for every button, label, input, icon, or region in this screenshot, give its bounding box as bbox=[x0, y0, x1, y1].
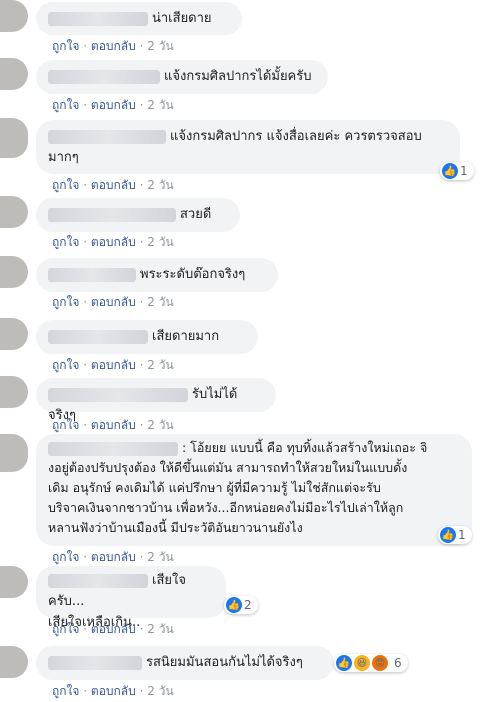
comment-text: เสียดายมาก bbox=[152, 329, 220, 344]
comment-actions: ถูกใจ · ตอบกลับ · 2 วัน bbox=[52, 295, 174, 309]
author-name-blurred[interactable] bbox=[48, 267, 136, 282]
like-icon: 👍 bbox=[442, 163, 458, 179]
reply-link[interactable]: ตอบกลับ bbox=[91, 550, 136, 564]
author-name-blurred[interactable] bbox=[48, 329, 148, 344]
like-icon: 👍 bbox=[226, 597, 242, 613]
comment-text: แจ้งกรมศิลปากรได้มั้ยครับ bbox=[164, 69, 312, 84]
timestamp[interactable]: 2 วัน bbox=[147, 98, 173, 112]
like-link[interactable]: ถูกใจ bbox=[52, 39, 79, 53]
avatar[interactable] bbox=[0, 376, 28, 408]
comment-actions: ถูกใจ · ตอบกลับ · 2 วัน bbox=[52, 235, 174, 249]
timestamp[interactable]: 2 วัน bbox=[147, 418, 173, 432]
avatar[interactable] bbox=[0, 434, 28, 472]
avatar[interactable] bbox=[0, 118, 28, 158]
reply-link[interactable]: ตอบกลับ bbox=[91, 235, 136, 249]
like-link[interactable]: ถูกใจ bbox=[52, 98, 79, 112]
timestamp[interactable]: 2 วัน bbox=[147, 622, 173, 636]
like-icon: 👍 bbox=[440, 527, 456, 543]
comment-bubble: พระระดับต๊อกจริงๆ bbox=[36, 258, 278, 292]
author-name-blurred[interactable] bbox=[48, 11, 148, 26]
avatar[interactable] bbox=[0, 318, 28, 350]
like-link[interactable]: ถูกใจ bbox=[52, 550, 79, 564]
reply-link[interactable]: ตอบกลับ bbox=[91, 622, 136, 636]
comment-text-line: : โอ้ยยย แบบนี้ คือ ทุบทิ้งแล้วสร้างใหม่… bbox=[182, 440, 428, 455]
comment-bubble: น่าเสียดาย bbox=[36, 2, 242, 35]
reaction-count-number: 2 bbox=[244, 598, 252, 612]
comment-text-line: มากๆ bbox=[48, 150, 79, 165]
comment-text-line: แจ้งกรมศิลปากร แจ้งสื่อเลยค่ะ ควรตรวจสอบ bbox=[170, 129, 422, 144]
comment-bubble: แจ้งกรมศิลปากรได้มั้ยครับ bbox=[36, 60, 328, 94]
comment-bubble: รสนิยมมันสอนกันไม่ได้จริงๆ bbox=[36, 646, 334, 680]
reaction-count-number: 6 bbox=[394, 656, 402, 670]
comment-actions: ถูกใจ · ตอบกลับ · 2 วัน bbox=[52, 550, 174, 564]
comment-text: พระระดับต๊อกจริงๆ bbox=[140, 267, 246, 282]
timestamp[interactable]: 2 วัน bbox=[147, 235, 173, 249]
like-link[interactable]: ถูกใจ bbox=[52, 418, 79, 432]
reply-link[interactable]: ตอบกลับ bbox=[91, 98, 136, 112]
comment-text: น่าเสียดาย bbox=[152, 11, 212, 26]
avatar[interactable] bbox=[0, 646, 28, 678]
comment-actions: ถูกใจ · ตอบกลับ · 2 วัน bbox=[52, 98, 174, 112]
reply-link[interactable]: ตอบกลับ bbox=[91, 418, 136, 432]
author-name-blurred[interactable] bbox=[48, 129, 166, 144]
avatar[interactable] bbox=[0, 0, 28, 32]
comment-actions: ถูกใจ · ตอบกลับ · 2 วัน bbox=[52, 358, 174, 372]
like-link[interactable]: ถูกใจ bbox=[52, 295, 79, 309]
comment-text-line: เดิม อนุรักษ์ คงเดิมได้ แค่ปรึกษา ผู้ที่… bbox=[48, 480, 381, 495]
reply-link[interactable]: ตอบกลับ bbox=[91, 358, 136, 372]
comment-actions: ถูกใจ · ตอบกลับ · 2 วัน bbox=[52, 178, 174, 192]
comment-bubble: รับไม่ได้จริงๆ bbox=[36, 378, 276, 423]
comment-text: สวยดี bbox=[180, 207, 212, 222]
author-name-blurred[interactable] bbox=[48, 655, 142, 670]
comment-bubble: เสียใจครับ... เสียใจเหลือเกิน.. bbox=[36, 566, 226, 630]
reaction-count-number: 1 bbox=[460, 164, 468, 178]
author-name-blurred[interactable] bbox=[48, 441, 178, 456]
author-name-blurred[interactable] bbox=[48, 207, 176, 222]
like-link[interactable]: ถูกใจ bbox=[52, 622, 79, 636]
author-name-blurred[interactable] bbox=[48, 387, 188, 402]
timestamp[interactable]: 2 วัน bbox=[147, 178, 173, 192]
timestamp[interactable]: 2 วัน bbox=[147, 358, 173, 372]
timestamp[interactable]: 2 วัน bbox=[147, 295, 173, 309]
comment-bubble: แจ้งกรมศิลปากร แจ้งสื่อเลยค่ะ ควรตรวจสอบ… bbox=[36, 120, 460, 174]
reaction-count-number: 1 bbox=[458, 528, 466, 542]
comment-text: รสนิยมมันสอนกันไม่ได้จริงๆ bbox=[146, 655, 303, 670]
reply-link[interactable]: ตอบกลับ bbox=[91, 39, 136, 53]
like-link[interactable]: ถูกใจ bbox=[52, 684, 79, 698]
avatar[interactable] bbox=[0, 58, 28, 90]
reply-link[interactable]: ตอบกลับ bbox=[91, 178, 136, 192]
reply-link[interactable]: ตอบกลับ bbox=[91, 295, 136, 309]
like-link[interactable]: ถูกใจ bbox=[52, 235, 79, 249]
timestamp[interactable]: 2 วัน bbox=[147, 39, 173, 53]
like-link[interactable]: ถูกใจ bbox=[52, 358, 79, 372]
reply-link[interactable]: ตอบกลับ bbox=[91, 684, 136, 698]
comment-actions: ถูกใจ · ตอบกลับ · 2 วัน bbox=[52, 418, 174, 432]
author-name-blurred[interactable] bbox=[48, 573, 148, 588]
comment-text-line: งอยู่ต้องปรับปรุงต้อง ให้ดีขึ้นแต่มัน สา… bbox=[48, 460, 408, 475]
avatar[interactable] bbox=[0, 566, 28, 598]
avatar[interactable] bbox=[0, 256, 28, 288]
comment-bubble: สวยดี bbox=[36, 198, 240, 232]
comment-actions: ถูกใจ · ตอบกลับ · 2 วัน bbox=[52, 622, 174, 636]
like-link[interactable]: ถูกใจ bbox=[52, 178, 79, 192]
reaction-count[interactable]: 👍 1 bbox=[438, 526, 472, 544]
like-icon: 👍 bbox=[336, 655, 352, 671]
haha-icon: 😆 bbox=[354, 655, 370, 671]
timestamp[interactable]: 2 วัน bbox=[147, 550, 173, 564]
comment-actions: ถูกใจ · ตอบกลับ · 2 วัน bbox=[52, 39, 174, 53]
timestamp[interactable]: 2 วัน bbox=[147, 684, 173, 698]
comment-text-line: บริจาคเงินจากชาวบ้าน เพื่อหวัง...อีกหน่อ… bbox=[48, 500, 404, 515]
comment-actions: ถูกใจ · ตอบกลับ · 2 วัน bbox=[52, 684, 174, 698]
comment-bubble: : โอ้ยยย แบบนี้ คือ ทุบทิ้งแล้วสร้างใหม่… bbox=[36, 434, 472, 546]
avatar[interactable] bbox=[0, 196, 28, 228]
author-name-blurred[interactable] bbox=[48, 69, 160, 84]
comment-bubble: เสียดายมาก bbox=[36, 320, 258, 354]
angry-icon: 😡 bbox=[372, 655, 388, 671]
comment-text-line: หลานฟังว่าบ้านเมืองนี้ มีประวัติอันยาวนา… bbox=[48, 520, 303, 535]
reaction-count[interactable]: 👍 2 bbox=[224, 596, 258, 614]
reaction-count[interactable]: 👍 1 bbox=[440, 162, 474, 180]
reaction-count[interactable]: 👍 😆 😡 6 bbox=[334, 654, 408, 672]
